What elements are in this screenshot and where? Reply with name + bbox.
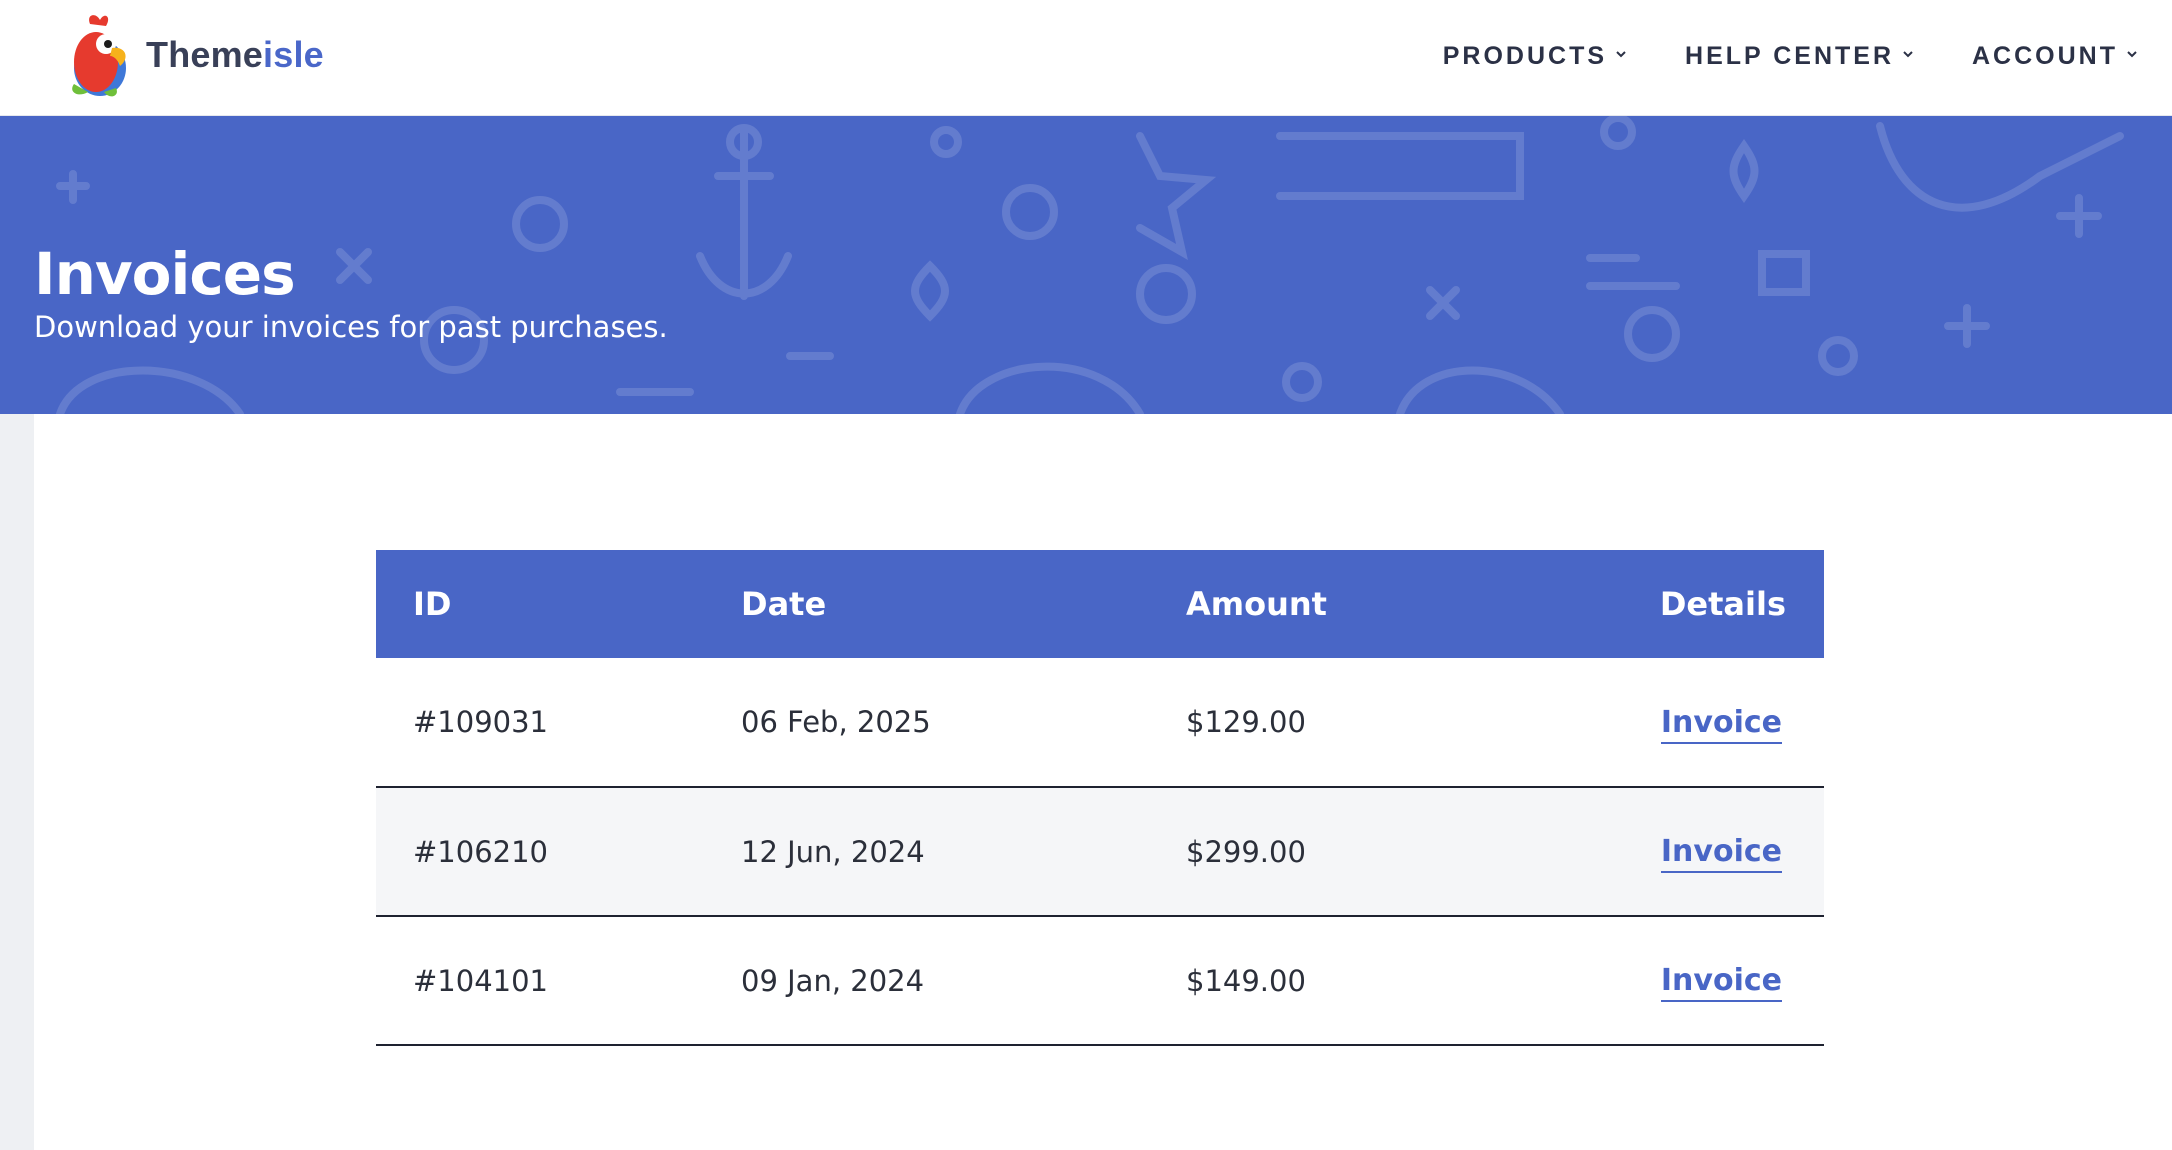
column-header-id: ID (413, 585, 452, 623)
invoice-id: #109031 (413, 705, 549, 739)
nav-item-label: PRODUCTS (1442, 41, 1608, 70)
decorative-pattern (56, 116, 2124, 414)
column-header-date: Date (741, 585, 827, 623)
invoice-amount: $299.00 (1186, 834, 1306, 869)
top-navigation-bar: Theme isle PRODUCTS HELP CENTER ACCOUNT (0, 0, 2172, 116)
table-body: #109031 06 Feb, 2025 $129.00 Invoice #10… (376, 658, 1824, 1045)
chevron-down-icon (2127, 51, 2137, 58)
invoices-content: ID Date Amount Details #109031 06 Feb, 2… (0, 414, 2172, 1150)
brand-name-theme: Theme (146, 34, 264, 75)
invoice-amount: $129.00 (1186, 705, 1306, 739)
nav-item-products[interactable]: PRODUCTS (1443, 42, 1627, 71)
invoice-id: #106210 (413, 834, 549, 869)
table-row: #104101 09 Jan, 2024 $149.00 Invoice (376, 916, 1824, 1045)
nav-item-label: HELP CENTER (1685, 41, 1894, 70)
chevron-down-icon (1903, 51, 1913, 58)
invoice-id: #104101 (413, 963, 549, 998)
parrot-logo-icon (72, 15, 126, 97)
invoice-date: 09 Jan, 2024 (741, 963, 925, 998)
column-header-details: Details (1659, 585, 1786, 623)
brand-name: Theme isle (146, 34, 324, 76)
page-subtitle: Download your invoices for past purchase… (34, 310, 668, 344)
main-menu: PRODUCTS HELP CENTER ACCOUNT (1443, 0, 2138, 112)
invoice-date: 06 Feb, 2025 (741, 705, 931, 739)
left-gutter (0, 414, 34, 1150)
invoices-table: ID Date Amount Details #109031 06 Feb, 2… (376, 550, 1824, 1046)
column-header-amount: Amount (1186, 585, 1327, 623)
invoice-download-link[interactable]: Invoice (1660, 963, 1782, 1002)
nav-item-label: ACCOUNT (1972, 41, 2118, 70)
nav-item-account[interactable]: ACCOUNT (1972, 42, 2138, 71)
nav-item-help-center[interactable]: HELP CENTER (1685, 42, 1914, 71)
invoice-details-cell: Invoice (1594, 916, 1824, 1045)
brand-name-isle: isle (263, 34, 324, 75)
chevron-down-icon (1616, 51, 1626, 58)
table-header: ID Date Amount Details (376, 550, 1824, 658)
invoice-amount: $149.00 (1186, 963, 1306, 998)
themeisle-logo-link[interactable]: Theme isle (60, 10, 324, 100)
table-row: #109031 06 Feb, 2025 $129.00 Invoice (376, 658, 1824, 787)
table-row: #106210 12 Jun, 2024 $299.00 Invoice (376, 787, 1824, 916)
invoice-download-link[interactable]: Invoice (1660, 834, 1782, 873)
invoice-details-cell: Invoice (1594, 658, 1824, 787)
table-header-row: ID Date Amount Details (376, 550, 1824, 658)
invoice-details-cell: Invoice (1594, 787, 1824, 916)
invoice-download-link[interactable]: Invoice (1660, 704, 1782, 744)
invoice-date: 12 Jun, 2024 (741, 834, 925, 869)
page-title: Invoices (34, 239, 296, 308)
page-header-banner: Invoices Download your invoices for past… (0, 116, 2172, 414)
